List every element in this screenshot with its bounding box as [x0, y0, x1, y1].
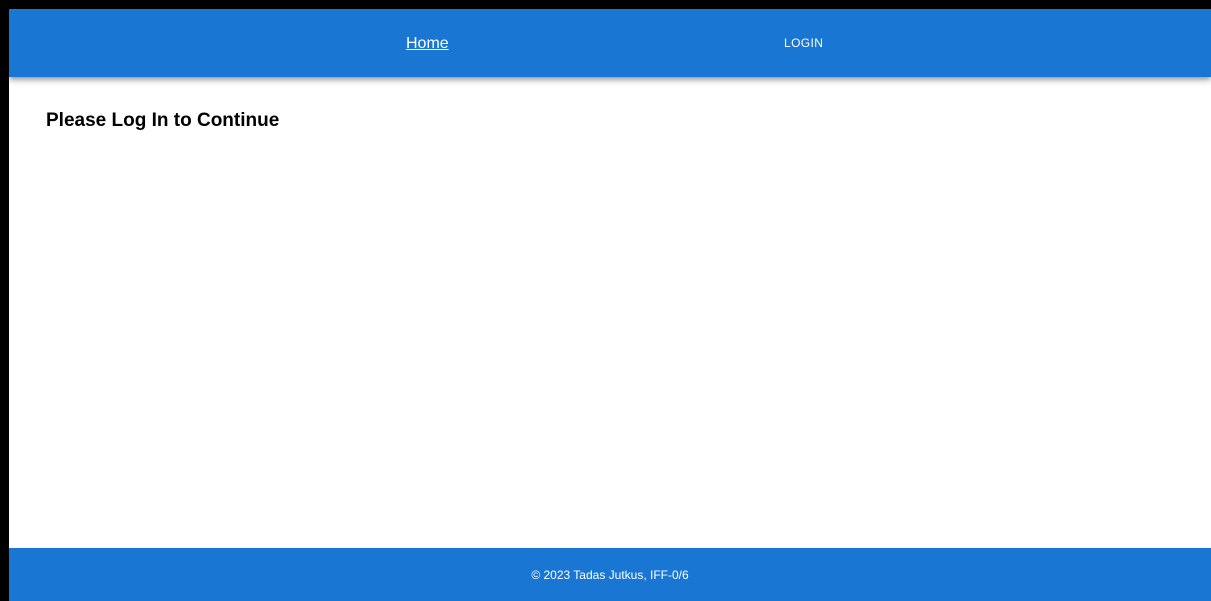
- browser-viewport: Home LOGIN Please Log In to Continue © 2…: [0, 0, 1211, 601]
- home-link[interactable]: Home: [406, 33, 449, 55]
- app-root: Home LOGIN Please Log In to Continue © 2…: [9, 9, 1211, 601]
- footer: © 2023 Tadas Jutkus, IFF-0/6: [9, 548, 1211, 601]
- footer-copyright: © 2023 Tadas Jutkus, IFF-0/6: [531, 567, 689, 582]
- page-title: Please Log In to Continue: [46, 110, 280, 131]
- top-app-bar: Home LOGIN: [9, 9, 1211, 77]
- main-content: Please Log In to Continue: [9, 77, 1211, 548]
- login-button[interactable]: LOGIN: [776, 33, 831, 53]
